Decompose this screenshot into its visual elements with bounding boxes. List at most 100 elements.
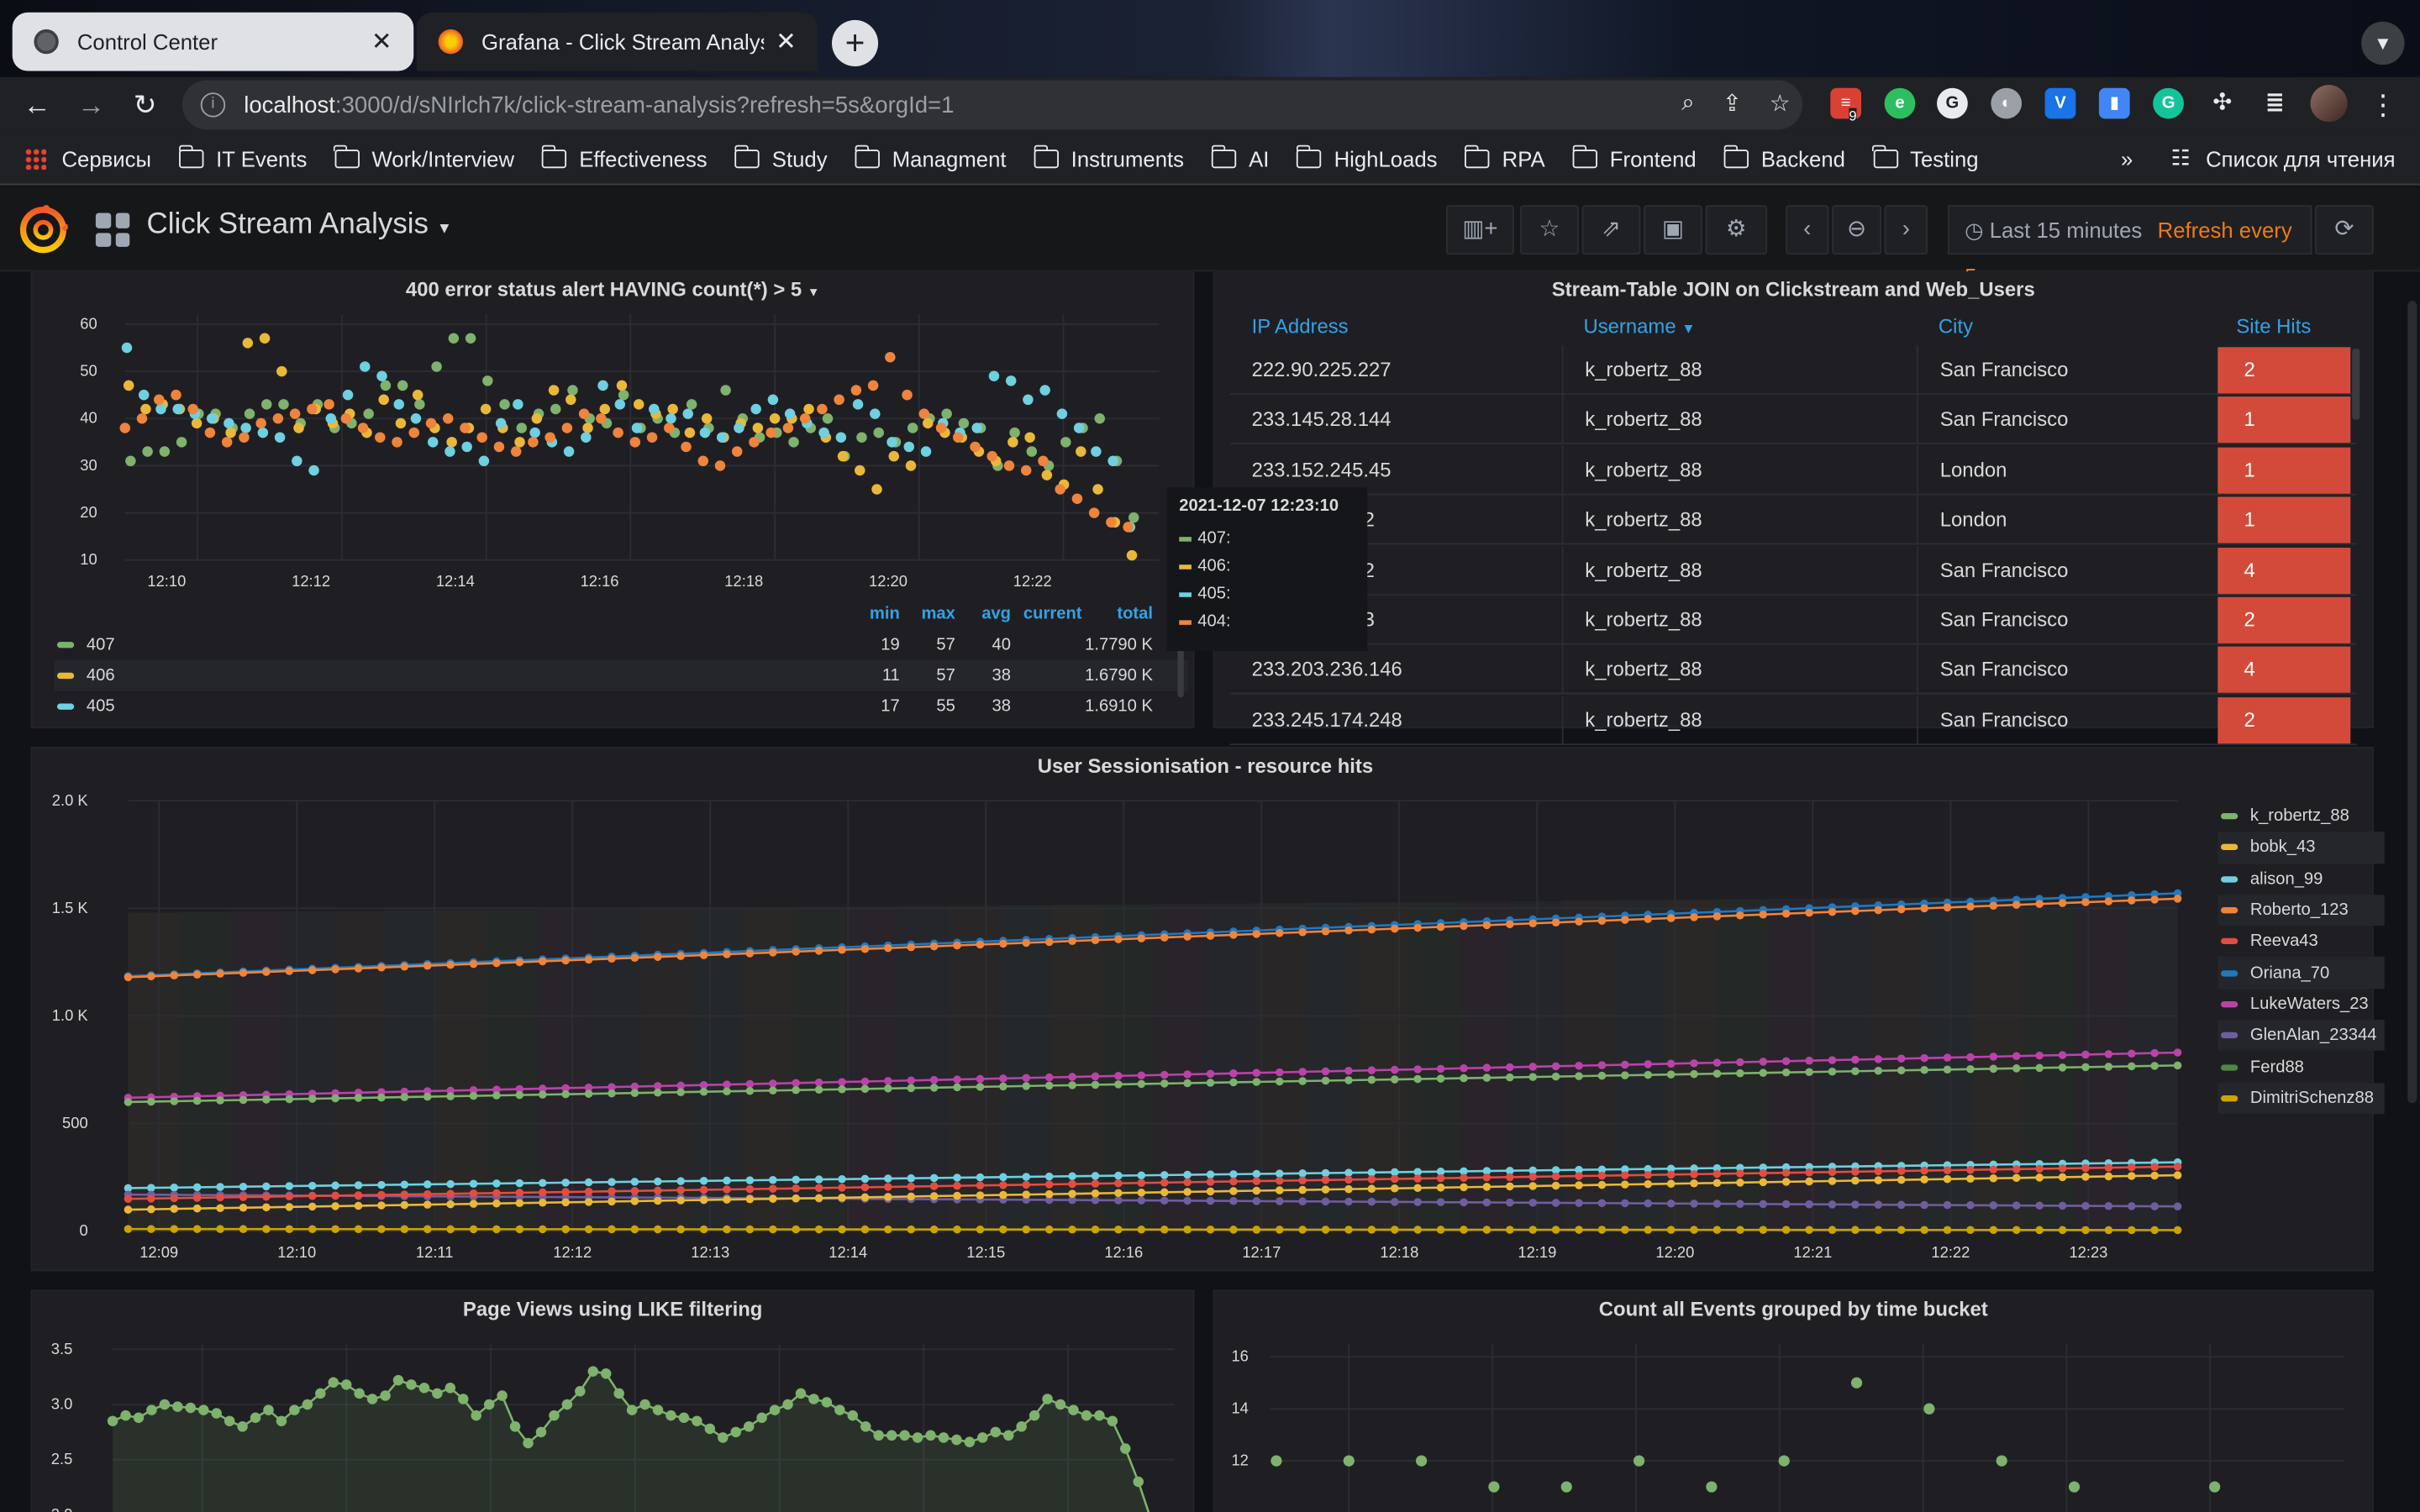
add-panel-button[interactable]: ▥+: [1445, 205, 1514, 255]
table-row[interactable]: 233.203.236.146 k_robertz_88 San Francisco…: [1229, 645, 2357, 696]
bookmark-folder[interactable]: Testing: [1872, 144, 1979, 171]
bookmark-folder[interactable]: Study: [734, 144, 828, 171]
bookmark-star-icon[interactable]: ☆: [1770, 90, 1791, 117]
bookmark-folder[interactable]: Managment: [854, 144, 1007, 171]
dashboards-grid-icon[interactable]: [95, 213, 130, 247]
column-header-hits[interactable]: Site Hits: [2236, 315, 2311, 339]
legend-header-current[interactable]: current: [1011, 605, 1082, 623]
zoom-out-icon[interactable]: ⊖: [1832, 205, 1881, 255]
profile-avatar[interactable]: [2310, 85, 2348, 123]
legend-header-min[interactable]: min: [844, 605, 900, 623]
data-point: [2058, 1164, 2067, 1173]
bookmark-folder[interactable]: RPA: [1464, 144, 1545, 171]
grammar-extension-icon[interactable]: G: [1937, 87, 1968, 119]
sessions-line-chart[interactable]: 0 500 1.0 K 1.5 K 2.0 K 12:09 12:10 12:11 12:12 1…: [33, 780, 2187, 1273]
zoom-icon[interactable]: ⌕: [1681, 90, 1694, 118]
evernote-extension-icon[interactable]: e: [1884, 87, 1916, 119]
grammarly-extension-icon[interactable]: G: [2153, 87, 2184, 119]
grafana-logo-icon[interactable]: [18, 205, 68, 255]
panel-title[interactable]: 400 error status alert HAVING count(*) >…: [33, 278, 1193, 302]
data-point: [1666, 1179, 1676, 1188]
legend-row[interactable]: 405 17 55 38 1.6910 K: [54, 691, 1188, 722]
close-tab-icon[interactable]: ✕: [776, 26, 797, 57]
table-scrollbar[interactable]: [2352, 349, 2360, 420]
legend-header-avg[interactable]: avg: [955, 605, 1011, 623]
tab-control-center[interactable]: Control Center ✕: [12, 12, 414, 71]
save-icon[interactable]: ▣: [1644, 205, 1702, 255]
reading-mode-icon[interactable]: ≣: [2260, 88, 2291, 119]
legend-item[interactable]: Roberto_123: [2217, 895, 2385, 927]
time-back-chevron-icon[interactable]: ‹: [1786, 205, 1829, 255]
data-point: [977, 1432, 988, 1443]
browser-menu-icon[interactable]: ⋮: [2361, 83, 2404, 126]
legend-header-max[interactable]: max: [900, 605, 955, 623]
dashboard-title[interactable]: Click Stream Analysis ▼: [146, 208, 451, 242]
data-point: [837, 450, 849, 462]
table-row[interactable]: 233.145.28.144 k_robertz_88 San Francisco 1: [1229, 395, 2357, 445]
legend-item[interactable]: Oriana_70: [2217, 957, 2385, 989]
bookmark-folder[interactable]: Frontend: [1571, 144, 1697, 171]
new-tab-button[interactable]: +: [831, 19, 879, 66]
bookmark-folder[interactable]: Work/Interview: [334, 144, 514, 171]
table-row[interactable]: 233.245.174.248 k_robertz_88 San Francisco…: [1229, 695, 2357, 745]
bookmark-folder[interactable]: Effectiveness: [541, 144, 708, 171]
legend-item[interactable]: DimitriSchenz88: [2217, 1082, 2385, 1115]
puzzle-extensions-icon[interactable]: ✣: [2207, 88, 2238, 119]
star-icon[interactable]: ☆: [1520, 205, 1579, 255]
time-forward-chevron-icon[interactable]: ›: [1884, 205, 1928, 255]
legend-item[interactable]: LukeWaters_23: [2217, 989, 2384, 1020]
legend-item[interactable]: alison_99: [2217, 864, 2384, 895]
legend-item[interactable]: Reeva43: [2217, 926, 2384, 957]
panel-title[interactable]: Page Views using LIKE filtering: [33, 1298, 1193, 1321]
share-icon[interactable]: ⇪: [1723, 90, 1742, 117]
bookmark-folder[interactable]: HighLoads: [1296, 144, 1438, 171]
dark-extension-icon[interactable]: ◐: [1991, 87, 2023, 119]
panel-title[interactable]: User Sessionisation - resource hits: [33, 754, 2379, 778]
legend-row[interactable]: 407 19 57 40 1.7790 K: [54, 629, 1188, 660]
bookmark-folder[interactable]: AI: [1211, 144, 1269, 171]
bookmark-folder[interactable]: Backend: [1723, 144, 1845, 171]
bookmark-folder[interactable]: Instruments: [1033, 144, 1184, 171]
bookmark-folder[interactable]: IT Events: [178, 144, 307, 171]
page-views-area-chart[interactable]: 2.0 2.5 3.0 3.5: [33, 1328, 1197, 1512]
page-scrollbar[interactable]: [2407, 301, 2417, 1104]
legend-row[interactable]: 406 11 57 38 1.6790 K: [54, 660, 1189, 691]
settings-gear-icon[interactable]: ⚙: [1705, 205, 1768, 255]
close-tab-icon[interactable]: ✕: [371, 26, 392, 57]
table-row[interactable]: 122k_robertz_88London1: [1229, 495, 2357, 545]
events-scatter-chart[interactable]: 12 14 16: [1214, 1328, 2375, 1512]
bookmark-extension-icon[interactable]: ▮: [2098, 87, 2130, 119]
reload-icon[interactable]: ↻: [124, 83, 166, 126]
share-icon[interactable]: ⇗: [1581, 205, 1641, 255]
error-scatter-chart[interactable]: 10 20 30 40 50 60 12:10 12:12 12:14 12:16 12:18 12:…: [33, 302, 1197, 627]
legend-header-total[interactable]: total: [1082, 605, 1153, 623]
tab-title: Control Center: [76, 29, 218, 55]
column-header-city[interactable]: City: [1939, 315, 1973, 339]
legend-item[interactable]: GlenAlan_23344: [2217, 1020, 2385, 1052]
column-header-ip[interactable]: IP Address: [1252, 315, 1349, 339]
table-row[interactable]: 233.152.245.45 k_robertz_88 London 1: [1229, 445, 2357, 496]
data-point: [340, 412, 352, 424]
legend-item[interactable]: Ferd88: [2217, 1051, 2384, 1082]
v-extension-icon[interactable]: V: [2044, 87, 2076, 119]
reading-list[interactable]: ☷ Список для чтения: [2171, 145, 2396, 171]
tab-search-chevron-icon[interactable]: ▼: [2361, 21, 2405, 66]
panel-title[interactable]: Count all Events grouped by time bucket: [1214, 1298, 2372, 1321]
time-range-picker[interactable]: ◷ Last 15 minutesRefresh every 5s: [1947, 205, 2312, 288]
legend-item[interactable]: k_robertz_88: [2217, 801, 2384, 832]
table-row[interactable]: 122k_robertz_88San Francisco4: [1229, 545, 2357, 596]
bookmark-services[interactable]: Сервисы: [24, 146, 151, 171]
site-info-icon[interactable]: i: [200, 92, 226, 118]
data-point: [1367, 925, 1376, 934]
forward-arrow-icon[interactable]: →: [70, 83, 113, 126]
panel-title[interactable]: Stream-Table JOIN on Clickstream and Web…: [1214, 278, 2372, 302]
more-bookmarks-button[interactable]: »: [2121, 146, 2133, 171]
address-bar[interactable]: i localhost:3000/d/sNIrlch7k/click-strea…: [182, 80, 1803, 130]
table-row[interactable]: 103k_robertz_88San Francisco2: [1229, 595, 2357, 645]
table-row[interactable]: 222.90.225.227 k_robertz_88 San Francisco 2: [1229, 345, 2357, 396]
tab-grafana[interactable]: Grafana - Click Stream Analysis ✕: [416, 12, 818, 71]
legend-item[interactable]: bobk_43: [2217, 832, 2385, 864]
back-arrow-icon[interactable]: ←: [15, 83, 58, 126]
column-header-username[interactable]: Username ▼: [1583, 315, 1695, 339]
refresh-icon[interactable]: ⟳: [2315, 205, 2374, 255]
